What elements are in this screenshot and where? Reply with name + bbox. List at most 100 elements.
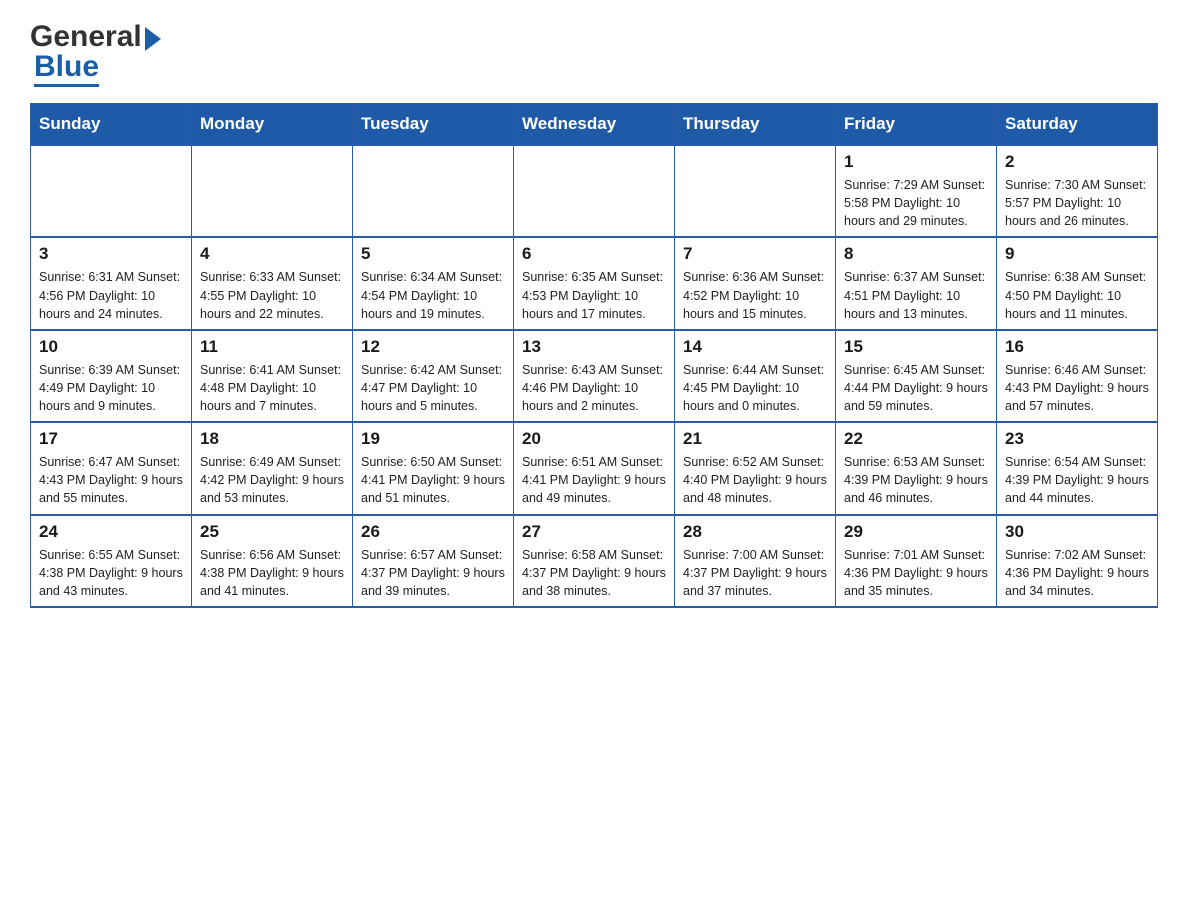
calendar-table: SundayMondayTuesdayWednesdayThursdayFrid… (30, 103, 1158, 608)
calendar-cell: 13 Sunrise: 6:43 AM Sunset: 4:46 PM Dayli… (514, 330, 675, 422)
week-row-5: 24 Sunrise: 6:55 AM Sunset: 4:38 PM Dayli… (31, 515, 1158, 607)
calendar-cell (192, 145, 353, 237)
weekday-header-thursday: Thursday (675, 104, 836, 146)
week-row-4: 17Sunrise: 6:47 AM Sunset: 4:43 PM Dayli… (31, 422, 1158, 514)
weekday-header-wednesday: Wednesday (514, 104, 675, 146)
calendar-cell (353, 145, 514, 237)
calendar-cell: 4 Sunrise: 6:33 AM Sunset: 4:55 PM Daylig… (192, 237, 353, 329)
calendar-cell: 9 Sunrise: 6:38 AM Sunset: 4:50 PM Daylig… (997, 237, 1158, 329)
logo: General Blue (30, 20, 161, 87)
day-number: 13 (522, 337, 666, 357)
day-number: 29 (844, 522, 988, 542)
day-info: Sunrise: 6:43 AM Sunset: 4:46 PM Dayligh… (522, 361, 666, 415)
calendar-cell: 19Sunrise: 6:50 AM Sunset: 4:41 PM Dayli… (353, 422, 514, 514)
day-number: 18 (200, 429, 344, 449)
day-number: 23 (1005, 429, 1149, 449)
calendar-cell: 22Sunrise: 6:53 AM Sunset: 4:39 PM Dayli… (836, 422, 997, 514)
day-info: Sunrise: 6:33 AM Sunset: 4:55 PM Dayligh… (200, 268, 344, 322)
calendar-cell: 14 Sunrise: 6:44 AM Sunset: 4:45 PM Dayli… (675, 330, 836, 422)
day-number: 10 (39, 337, 183, 357)
day-info: Sunrise: 6:39 AM Sunset: 4:49 PM Dayligh… (39, 361, 183, 415)
calendar-cell (514, 145, 675, 237)
day-number: 6 (522, 244, 666, 264)
calendar-cell: 29 Sunrise: 7:01 AM Sunset: 4:36 PM Dayli… (836, 515, 997, 607)
logo-general-text: General (30, 20, 142, 54)
calendar-cell: 3Sunrise: 6:31 AM Sunset: 4:56 PM Daylig… (31, 237, 192, 329)
calendar-cell: 23 Sunrise: 6:54 AM Sunset: 4:39 PM Dayli… (997, 422, 1158, 514)
week-row-3: 10 Sunrise: 6:39 AM Sunset: 4:49 PM Dayli… (31, 330, 1158, 422)
calendar-cell (31, 145, 192, 237)
day-number: 7 (683, 244, 827, 264)
weekday-header-saturday: Saturday (997, 104, 1158, 146)
weekday-header-friday: Friday (836, 104, 997, 146)
day-number: 15 (844, 337, 988, 357)
day-number: 2 (1005, 152, 1149, 172)
calendar-cell: 24 Sunrise: 6:55 AM Sunset: 4:38 PM Dayli… (31, 515, 192, 607)
day-info: Sunrise: 6:35 AM Sunset: 4:53 PM Dayligh… (522, 268, 666, 322)
calendar-cell: 25Sunrise: 6:56 AM Sunset: 4:38 PM Dayli… (192, 515, 353, 607)
day-info: Sunrise: 6:38 AM Sunset: 4:50 PM Dayligh… (1005, 268, 1149, 322)
calendar-cell: 7 Sunrise: 6:36 AM Sunset: 4:52 PM Daylig… (675, 237, 836, 329)
day-info: Sunrise: 7:00 AM Sunset: 4:37 PM Dayligh… (683, 546, 827, 600)
calendar-cell: 6 Sunrise: 6:35 AM Sunset: 4:53 PM Daylig… (514, 237, 675, 329)
calendar-cell: 30 Sunrise: 7:02 AM Sunset: 4:36 PM Dayli… (997, 515, 1158, 607)
calendar-cell: 11 Sunrise: 6:41 AM Sunset: 4:48 PM Dayli… (192, 330, 353, 422)
day-number: 4 (200, 244, 344, 264)
calendar-cell: 27Sunrise: 6:58 AM Sunset: 4:37 PM Dayli… (514, 515, 675, 607)
day-info: Sunrise: 7:02 AM Sunset: 4:36 PM Dayligh… (1005, 546, 1149, 600)
day-info: Sunrise: 6:57 AM Sunset: 4:37 PM Dayligh… (361, 546, 505, 600)
day-number: 8 (844, 244, 988, 264)
day-info: Sunrise: 7:01 AM Sunset: 4:36 PM Dayligh… (844, 546, 988, 600)
day-info: Sunrise: 6:56 AM Sunset: 4:38 PM Dayligh… (200, 546, 344, 600)
logo-triangle-icon (145, 27, 161, 51)
weekday-header-row: SundayMondayTuesdayWednesdayThursdayFrid… (31, 104, 1158, 146)
day-info: Sunrise: 7:29 AM Sunset: 5:58 PM Dayligh… (844, 176, 988, 230)
day-info: Sunrise: 6:42 AM Sunset: 4:47 PM Dayligh… (361, 361, 505, 415)
calendar-cell: 1 Sunrise: 7:29 AM Sunset: 5:58 PM Daylig… (836, 145, 997, 237)
day-info: Sunrise: 6:51 AM Sunset: 4:41 PM Dayligh… (522, 453, 666, 507)
calendar-cell: 15 Sunrise: 6:45 AM Sunset: 4:44 PM Dayli… (836, 330, 997, 422)
calendar-cell: 17Sunrise: 6:47 AM Sunset: 4:43 PM Dayli… (31, 422, 192, 514)
calendar-cell: 21 Sunrise: 6:52 AM Sunset: 4:40 PM Dayli… (675, 422, 836, 514)
header: General Blue (30, 20, 1158, 87)
day-info: Sunrise: 6:34 AM Sunset: 4:54 PM Dayligh… (361, 268, 505, 322)
day-info: Sunrise: 6:54 AM Sunset: 4:39 PM Dayligh… (1005, 453, 1149, 507)
day-info: Sunrise: 6:53 AM Sunset: 4:39 PM Dayligh… (844, 453, 988, 507)
calendar-cell: 8Sunrise: 6:37 AM Sunset: 4:51 PM Daylig… (836, 237, 997, 329)
weekday-header-monday: Monday (192, 104, 353, 146)
day-info: Sunrise: 6:44 AM Sunset: 4:45 PM Dayligh… (683, 361, 827, 415)
day-info: Sunrise: 6:41 AM Sunset: 4:48 PM Dayligh… (200, 361, 344, 415)
day-number: 16 (1005, 337, 1149, 357)
day-number: 5 (361, 244, 505, 264)
day-info: Sunrise: 6:55 AM Sunset: 4:38 PM Dayligh… (39, 546, 183, 600)
day-number: 9 (1005, 244, 1149, 264)
day-number: 28 (683, 522, 827, 542)
day-info: Sunrise: 6:36 AM Sunset: 4:52 PM Dayligh… (683, 268, 827, 322)
day-number: 30 (1005, 522, 1149, 542)
day-info: Sunrise: 6:58 AM Sunset: 4:37 PM Dayligh… (522, 546, 666, 600)
day-info: Sunrise: 6:50 AM Sunset: 4:41 PM Dayligh… (361, 453, 505, 507)
day-info: Sunrise: 6:45 AM Sunset: 4:44 PM Dayligh… (844, 361, 988, 415)
calendar-cell: 10 Sunrise: 6:39 AM Sunset: 4:49 PM Dayli… (31, 330, 192, 422)
day-number: 11 (200, 337, 344, 357)
day-number: 14 (683, 337, 827, 357)
calendar-cell: 5 Sunrise: 6:34 AM Sunset: 4:54 PM Daylig… (353, 237, 514, 329)
day-info: Sunrise: 6:49 AM Sunset: 4:42 PM Dayligh… (200, 453, 344, 507)
calendar-cell: 18 Sunrise: 6:49 AM Sunset: 4:42 PM Dayli… (192, 422, 353, 514)
day-number: 21 (683, 429, 827, 449)
weekday-header-tuesday: Tuesday (353, 104, 514, 146)
day-number: 26 (361, 522, 505, 542)
calendar-cell: 28 Sunrise: 7:00 AM Sunset: 4:37 PM Dayli… (675, 515, 836, 607)
logo-blue-underline: Blue (34, 50, 99, 87)
day-number: 3 (39, 244, 183, 264)
day-number: 17 (39, 429, 183, 449)
calendar-cell: 16 Sunrise: 6:46 AM Sunset: 4:43 PM Dayli… (997, 330, 1158, 422)
day-info: Sunrise: 6:52 AM Sunset: 4:40 PM Dayligh… (683, 453, 827, 507)
day-number: 1 (844, 152, 988, 172)
week-row-1: 1 Sunrise: 7:29 AM Sunset: 5:58 PM Daylig… (31, 145, 1158, 237)
calendar-cell: 26 Sunrise: 6:57 AM Sunset: 4:37 PM Dayli… (353, 515, 514, 607)
day-info: Sunrise: 6:46 AM Sunset: 4:43 PM Dayligh… (1005, 361, 1149, 415)
day-number: 24 (39, 522, 183, 542)
week-row-2: 3Sunrise: 6:31 AM Sunset: 4:56 PM Daylig… (31, 237, 1158, 329)
weekday-header-sunday: Sunday (31, 104, 192, 146)
